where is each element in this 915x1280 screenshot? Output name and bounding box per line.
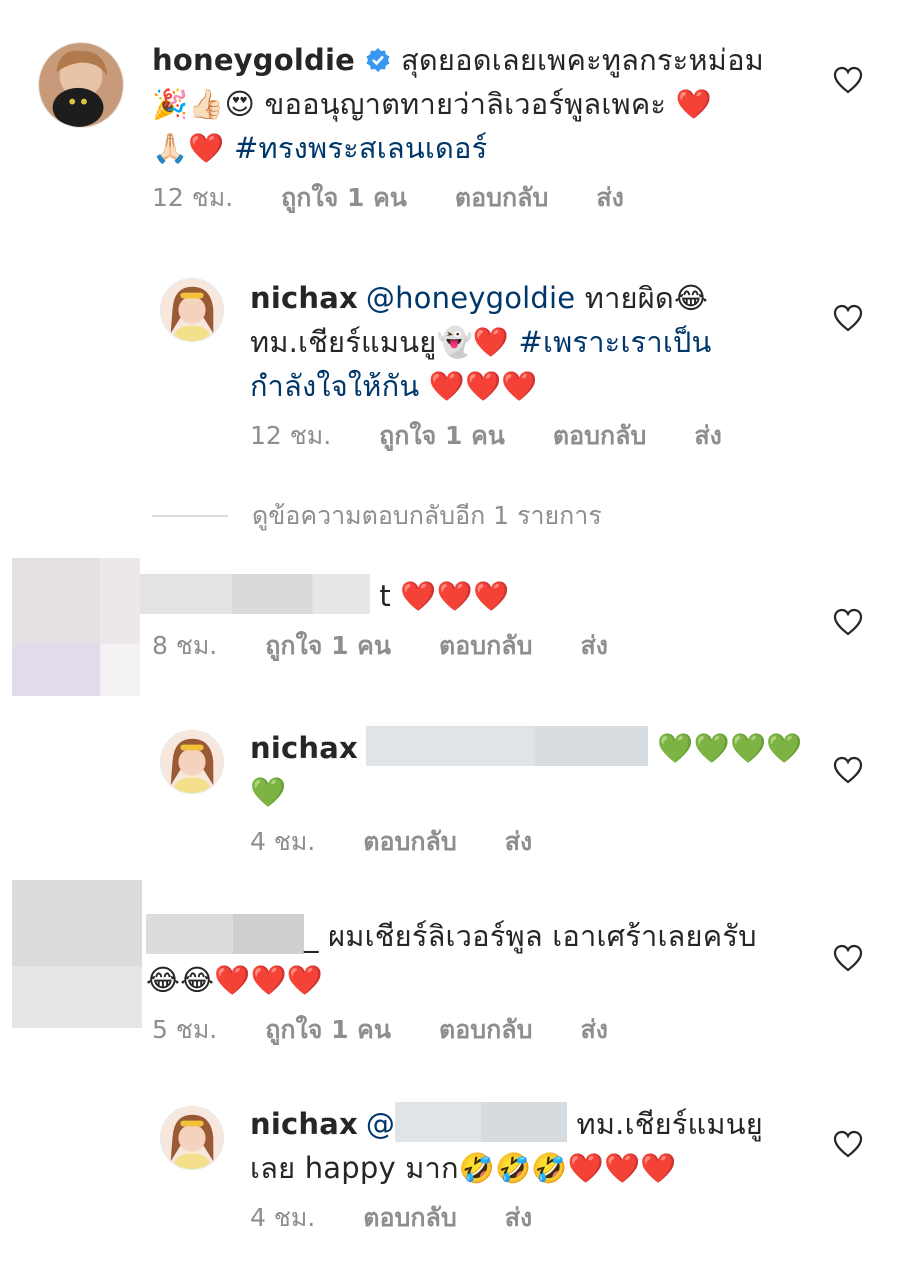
comment-meta: 12 ชม. ถูกใจ 1 คน ตอบกลับ ส่ง: [250, 416, 810, 456]
comment-line: 🎉👍🏻😍 ขออนุญาตทายว่าลิเวอร์พูลเพคะ ❤️: [152, 87, 712, 121]
comment-text: nichax 💚💚💚💚 💚: [250, 726, 810, 814]
username[interactable]: honeygoldie: [152, 43, 355, 77]
comment-line: เลย happy มาก🤣🤣🤣❤️❤️❤️: [250, 1151, 677, 1185]
hashtag-link[interactable]: #ทรงพระสเลนเดอร์: [234, 131, 487, 165]
like-heart-icon[interactable]: [833, 944, 863, 972]
likes-count-button[interactable]: ถูกใจ 1 คน: [265, 1010, 391, 1050]
like-heart-icon[interactable]: [833, 1130, 863, 1158]
green-hearts: 💚💚💚💚: [657, 731, 803, 765]
mention-link[interactable]: @honeygoldie: [366, 281, 575, 315]
divider-line: [152, 515, 228, 517]
verified-badge-icon: [365, 41, 391, 72]
redacted-username: [140, 574, 370, 614]
comment-meta: 4 ชม. ตอบกลับ ส่ง: [250, 1198, 810, 1238]
reply-button[interactable]: ตอบกลับ: [553, 416, 646, 456]
reply-button[interactable]: ตอบกลับ: [439, 1010, 532, 1050]
comment-body: สุดยอดเลยเพคะทูลกระหม่อม: [400, 43, 765, 77]
send-button[interactable]: ส่ง: [596, 178, 623, 218]
redacted-mention: [365, 726, 648, 766]
reply-button[interactable]: ตอบกลับ: [363, 1198, 456, 1238]
like-heart-icon[interactable]: [833, 66, 863, 94]
comment-meta: 4 ชม. ตอบกลับ ส่ง: [250, 822, 810, 862]
avatar-nichax[interactable]: [160, 1106, 224, 1170]
comment-text: nichax @ ทม.เชียร์แมนยู เลย happy มาก🤣🤣🤣❤…: [250, 1102, 810, 1190]
timestamp: 8 ชม.: [152, 631, 218, 660]
mention-link[interactable]: @: [366, 1107, 395, 1141]
comment-meta: 5 ชม. ถูกใจ 1 คน ตอบกลับ ส่ง: [152, 1010, 826, 1050]
send-button[interactable]: ส่ง: [580, 1010, 607, 1050]
likes-count-button[interactable]: ถูกใจ 1 คน: [265, 626, 391, 666]
comment-text: _ ผมเชียร์ลิเวอร์พูล เอาเศร้าเลยครับ 😂😂❤…: [146, 914, 826, 1002]
comment-meta: 12 ชม. ถูกใจ 1 คน ตอบกลับ ส่ง: [152, 178, 802, 218]
send-button[interactable]: ส่ง: [505, 822, 532, 862]
hashtag-link-cont[interactable]: กำลังใจให้กัน: [250, 369, 419, 403]
like-heart-icon[interactable]: [833, 756, 863, 784]
reply-button[interactable]: ตอบกลับ: [439, 626, 532, 666]
reply-button[interactable]: ตอบกลับ: [455, 178, 548, 218]
like-heart-icon[interactable]: [833, 304, 863, 332]
username[interactable]: nichax: [250, 731, 358, 765]
reply-button[interactable]: ตอบกลับ: [363, 822, 456, 862]
emoji-line: 🙏🏻❤️: [152, 131, 225, 165]
hearts: ❤️❤️❤️: [428, 369, 538, 403]
likes-count-button[interactable]: ถูกใจ 1 คน: [379, 416, 505, 456]
comment-text: honeygoldie สุดยอดเลยเพคะทูลกระหม่อม 🎉👍🏻😍…: [152, 38, 802, 170]
likes-count-button[interactable]: ถูกใจ 1 คน: [281, 178, 407, 218]
comment-text: t ❤️❤️❤️: [140, 574, 820, 618]
view-more-replies-label: ดูข้อความตอบกลับอีก 1 รายการ: [252, 501, 602, 530]
hashtag-link[interactable]: #เพราะเราเป็น: [518, 325, 711, 359]
comment-body: ทายผิด😂: [584, 281, 709, 315]
comment-line: ทม.เชียร์แมนยู👻❤️: [250, 325, 510, 359]
redacted-mention: [395, 1102, 568, 1142]
like-heart-icon[interactable]: [833, 608, 863, 636]
timestamp: 12 ชม.: [250, 421, 332, 450]
avatar-nichax[interactable]: [160, 278, 224, 342]
redacted-username: [146, 914, 304, 954]
comment-meta: 8 ชม. ถูกใจ 1 คน ตอบกลับ ส่ง: [152, 626, 820, 666]
comment-body: ทม.เชียร์แมนยู: [576, 1107, 763, 1141]
timestamp: 5 ชม.: [152, 1015, 218, 1044]
avatar-pixelated[interactable]: [12, 880, 142, 1028]
comment-text: nichax @honeygoldie ทายผิด😂 ทม.เชียร์แมนย…: [250, 276, 810, 408]
comment-body: _ ผมเชียร์ลิเวอร์พูล เอาเศร้าเลยครับ: [304, 919, 757, 953]
view-more-replies-button[interactable]: ดูข้อความตอบกลับอีก 1 รายการ: [152, 496, 602, 536]
send-button[interactable]: ส่ง: [694, 416, 721, 456]
username[interactable]: nichax: [250, 1107, 358, 1141]
timestamp: 12 ชม.: [152, 183, 234, 212]
timestamp: 4 ชม.: [250, 827, 316, 856]
avatar-nichax[interactable]: [160, 730, 224, 794]
green-heart: 💚: [250, 775, 287, 809]
avatar-pixelated[interactable]: [12, 558, 140, 696]
send-button[interactable]: ส่ง: [580, 626, 607, 666]
username[interactable]: nichax: [250, 281, 358, 315]
comment-body: t ❤️❤️❤️: [379, 579, 510, 613]
send-button[interactable]: ส่ง: [505, 1198, 532, 1238]
avatar-honeygoldie[interactable]: [38, 42, 124, 128]
timestamp: 4 ชม.: [250, 1203, 316, 1232]
emoji-line: 😂😂❤️❤️❤️: [146, 963, 324, 997]
